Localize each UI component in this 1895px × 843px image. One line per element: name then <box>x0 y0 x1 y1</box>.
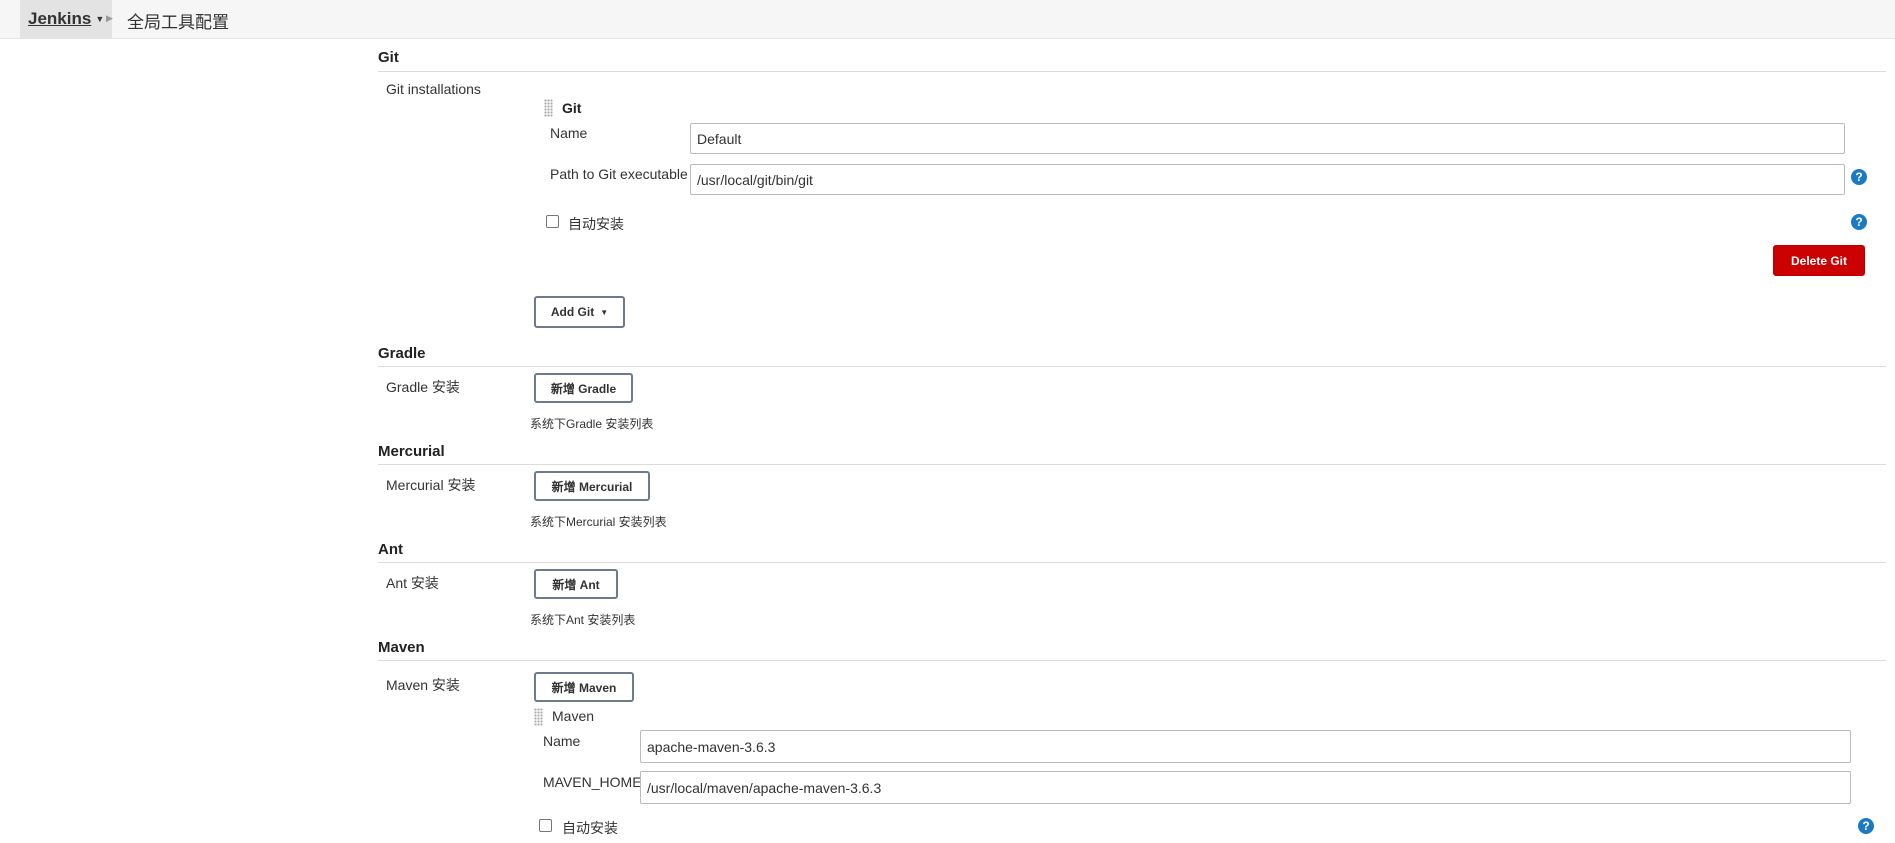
add-mercurial-button[interactable]: 新增 Mercurial <box>534 471 650 501</box>
add-git-label: Add Git <box>550 305 595 319</box>
section-title-mercurial: Mercurial <box>378 443 445 460</box>
maven-auto-install-label: 自动安装 <box>562 820 618 836</box>
git-name-input[interactable] <box>690 123 1845 154</box>
add-git-button[interactable]: Add Git ▼ <box>534 296 625 328</box>
section-divider <box>378 562 1886 563</box>
delete-git-button[interactable]: Delete Git <box>1773 245 1865 276</box>
maven-item-title: Maven <box>552 708 595 724</box>
add-maven-button[interactable]: 新增 Maven <box>534 672 634 702</box>
chevron-down-icon: ▼ <box>600 307 609 317</box>
maven-auto-install-checkbox[interactable] <box>539 819 552 832</box>
section-divider <box>378 660 1886 661</box>
git-name-label: Name <box>550 125 588 141</box>
add-gradle-button[interactable]: 新增 Gradle <box>534 373 633 403</box>
chevron-right-icon: ▶ <box>106 13 113 23</box>
maven-name-input[interactable] <box>640 730 1851 763</box>
breadcrumb: Jenkins ▼ ▶ 全局工具配置 <box>0 0 1895 39</box>
mercurial-help-text: 系统下Mercurial 安装列表 <box>530 515 667 529</box>
drag-handle-icon[interactable] <box>544 99 553 117</box>
chevron-down-icon[interactable]: ▼ <box>95 14 104 24</box>
section-divider <box>378 366 1886 367</box>
breadcrumb-home[interactable]: Jenkins ▼ <box>20 0 113 38</box>
git-item-title: Git <box>562 100 582 116</box>
add-ant-button[interactable]: 新增 Ant <box>534 569 618 599</box>
git-installations-label: Git installations <box>386 81 481 97</box>
help-icon[interactable]: ? <box>1851 169 1867 185</box>
maven-install-label: Maven 安装 <box>386 677 460 693</box>
maven-home-input[interactable] <box>640 771 1851 804</box>
section-title-git: Git <box>378 49 399 66</box>
page-title: 全局工具配置 <box>127 13 229 32</box>
help-icon[interactable]: ? <box>1858 818 1874 834</box>
drag-handle-icon[interactable] <box>534 708 543 726</box>
section-title-maven: Maven <box>378 639 425 656</box>
gradle-install-label: Gradle 安装 <box>386 379 460 395</box>
jenkins-home-link[interactable]: Jenkins <box>28 9 91 29</box>
section-title-gradle: Gradle <box>378 345 426 362</box>
ant-help-text: 系统下Ant 安装列表 <box>530 613 636 627</box>
section-divider <box>378 71 1886 72</box>
mercurial-install-label: Mercurial 安装 <box>386 477 476 493</box>
section-title-ant: Ant <box>378 541 403 558</box>
help-icon[interactable]: ? <box>1851 214 1867 230</box>
maven-name-label: Name <box>543 733 581 749</box>
git-path-input[interactable] <box>690 164 1845 195</box>
maven-home-label: MAVEN_HOME <box>543 774 642 790</box>
ant-install-label: Ant 安装 <box>386 575 439 591</box>
git-auto-install-checkbox[interactable] <box>546 215 559 228</box>
section-divider <box>378 464 1886 465</box>
git-auto-install-label: 自动安装 <box>568 216 624 232</box>
gradle-help-text: 系统下Gradle 安装列表 <box>530 417 654 431</box>
git-path-label: Path to Git executable <box>550 166 688 182</box>
